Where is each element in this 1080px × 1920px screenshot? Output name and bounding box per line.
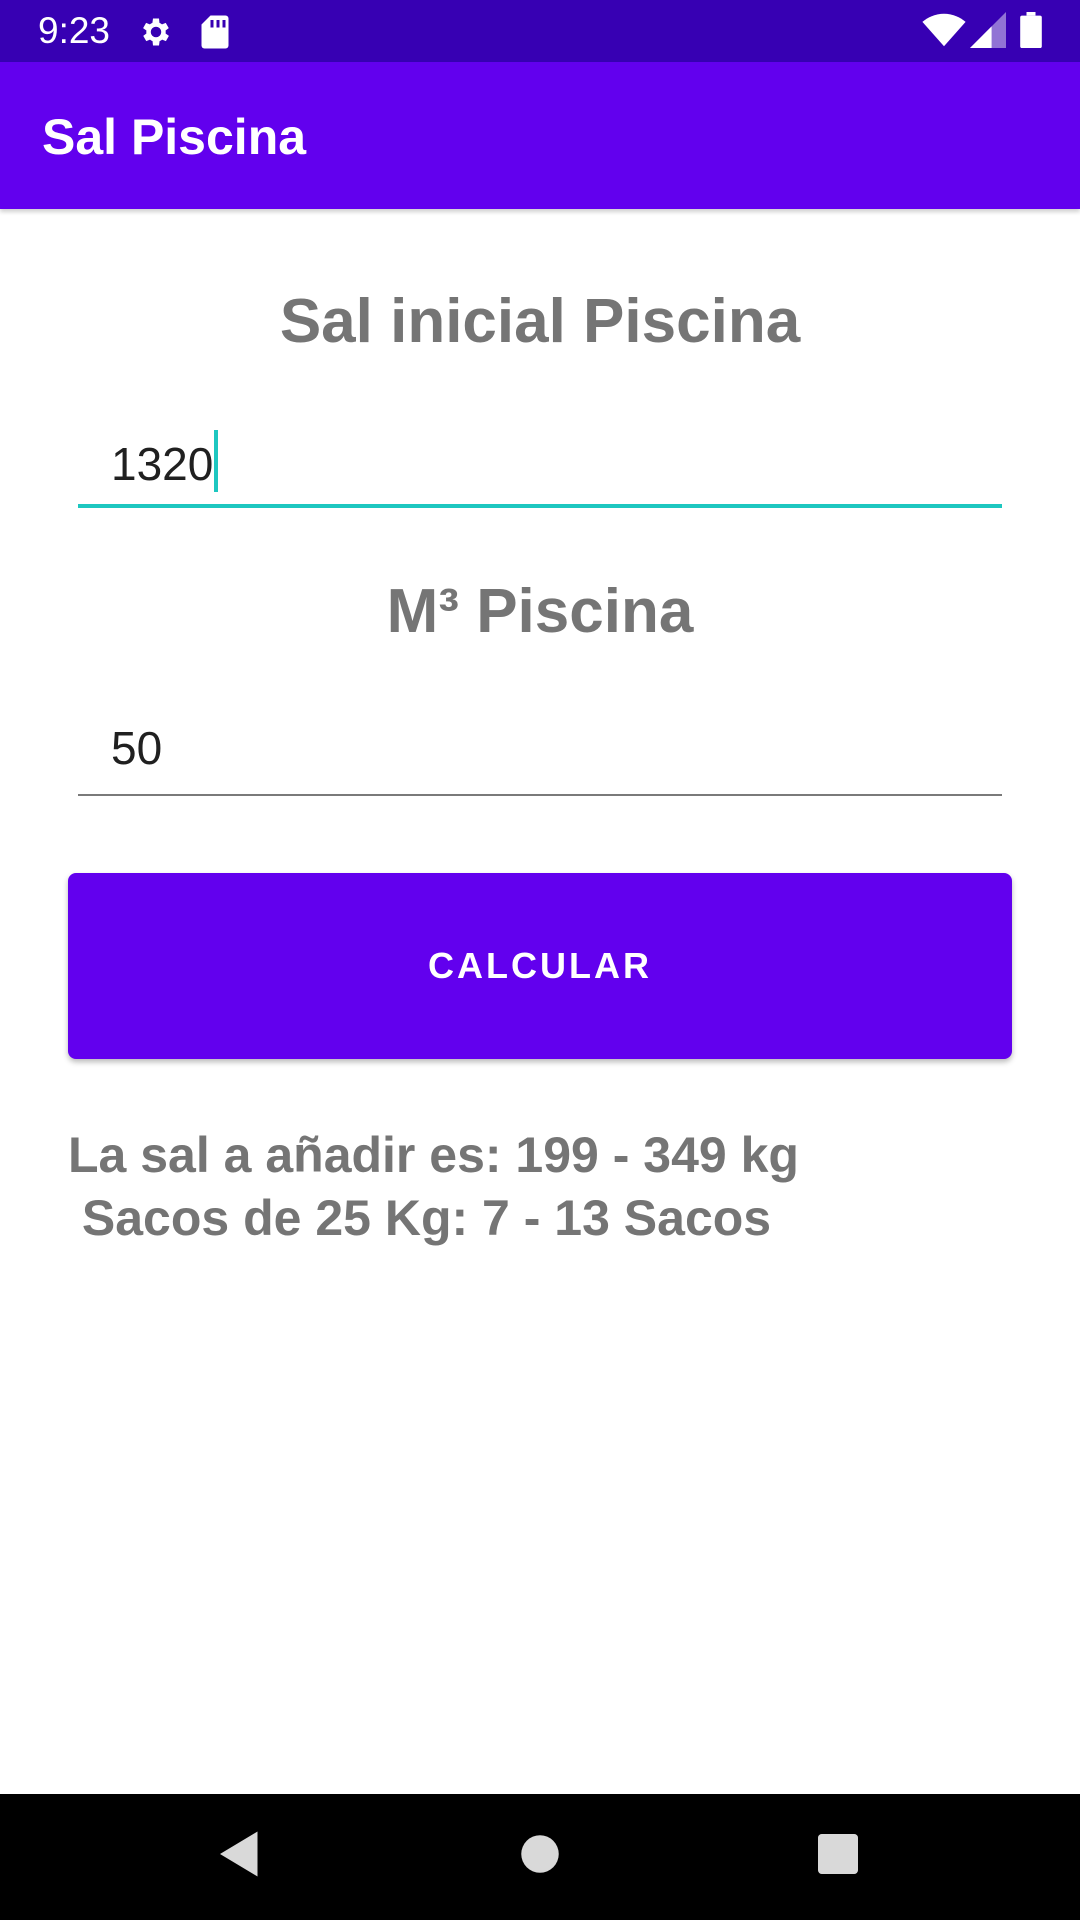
home-icon[interactable] <box>510 1824 570 1889</box>
pool-volume-value: 50 <box>111 722 163 774</box>
calculate-button[interactable]: CALCULAR <box>68 873 1012 1059</box>
initial-salt-value: 1320 <box>111 438 214 490</box>
pool-volume-label: M³ Piscina <box>386 577 694 646</box>
pool-volume-underline <box>78 794 1002 796</box>
signal-icon <box>970 12 1006 53</box>
gear-icon <box>138 14 174 55</box>
recents-icon[interactable] <box>808 1824 868 1889</box>
app-screen: 9:23 Sal Piscina Sal inicial Piscina 132… <box>0 0 1080 1920</box>
text-cursor <box>214 430 219 492</box>
back-icon[interactable] <box>210 1824 270 1889</box>
initial-salt-underline <box>78 504 1002 508</box>
wifi-icon <box>922 12 966 53</box>
initial-salt-input[interactable]: 1320 <box>78 418 1002 508</box>
status-bar: 9:23 <box>0 0 1080 62</box>
navigation-bar <box>0 1794 1080 1920</box>
result-bags-line: Sacos de 25 Kg: 7 - 13 Sacos <box>68 1190 772 1246</box>
pool-volume-input[interactable]: 50 <box>78 706 1002 796</box>
sd-card-icon <box>200 14 230 55</box>
battery-icon <box>1020 12 1042 53</box>
app-title: Sal Piscina <box>42 109 307 165</box>
initial-salt-label: Sal inicial Piscina <box>279 287 801 356</box>
app-bar: Sal Piscina <box>0 62 1080 209</box>
status-time: 9:23 <box>38 10 111 51</box>
result-salt-line: La sal a añadir es: 199 - 349 kg <box>68 1127 799 1183</box>
initial-salt-value-wrapper: 1320 <box>111 430 219 494</box>
